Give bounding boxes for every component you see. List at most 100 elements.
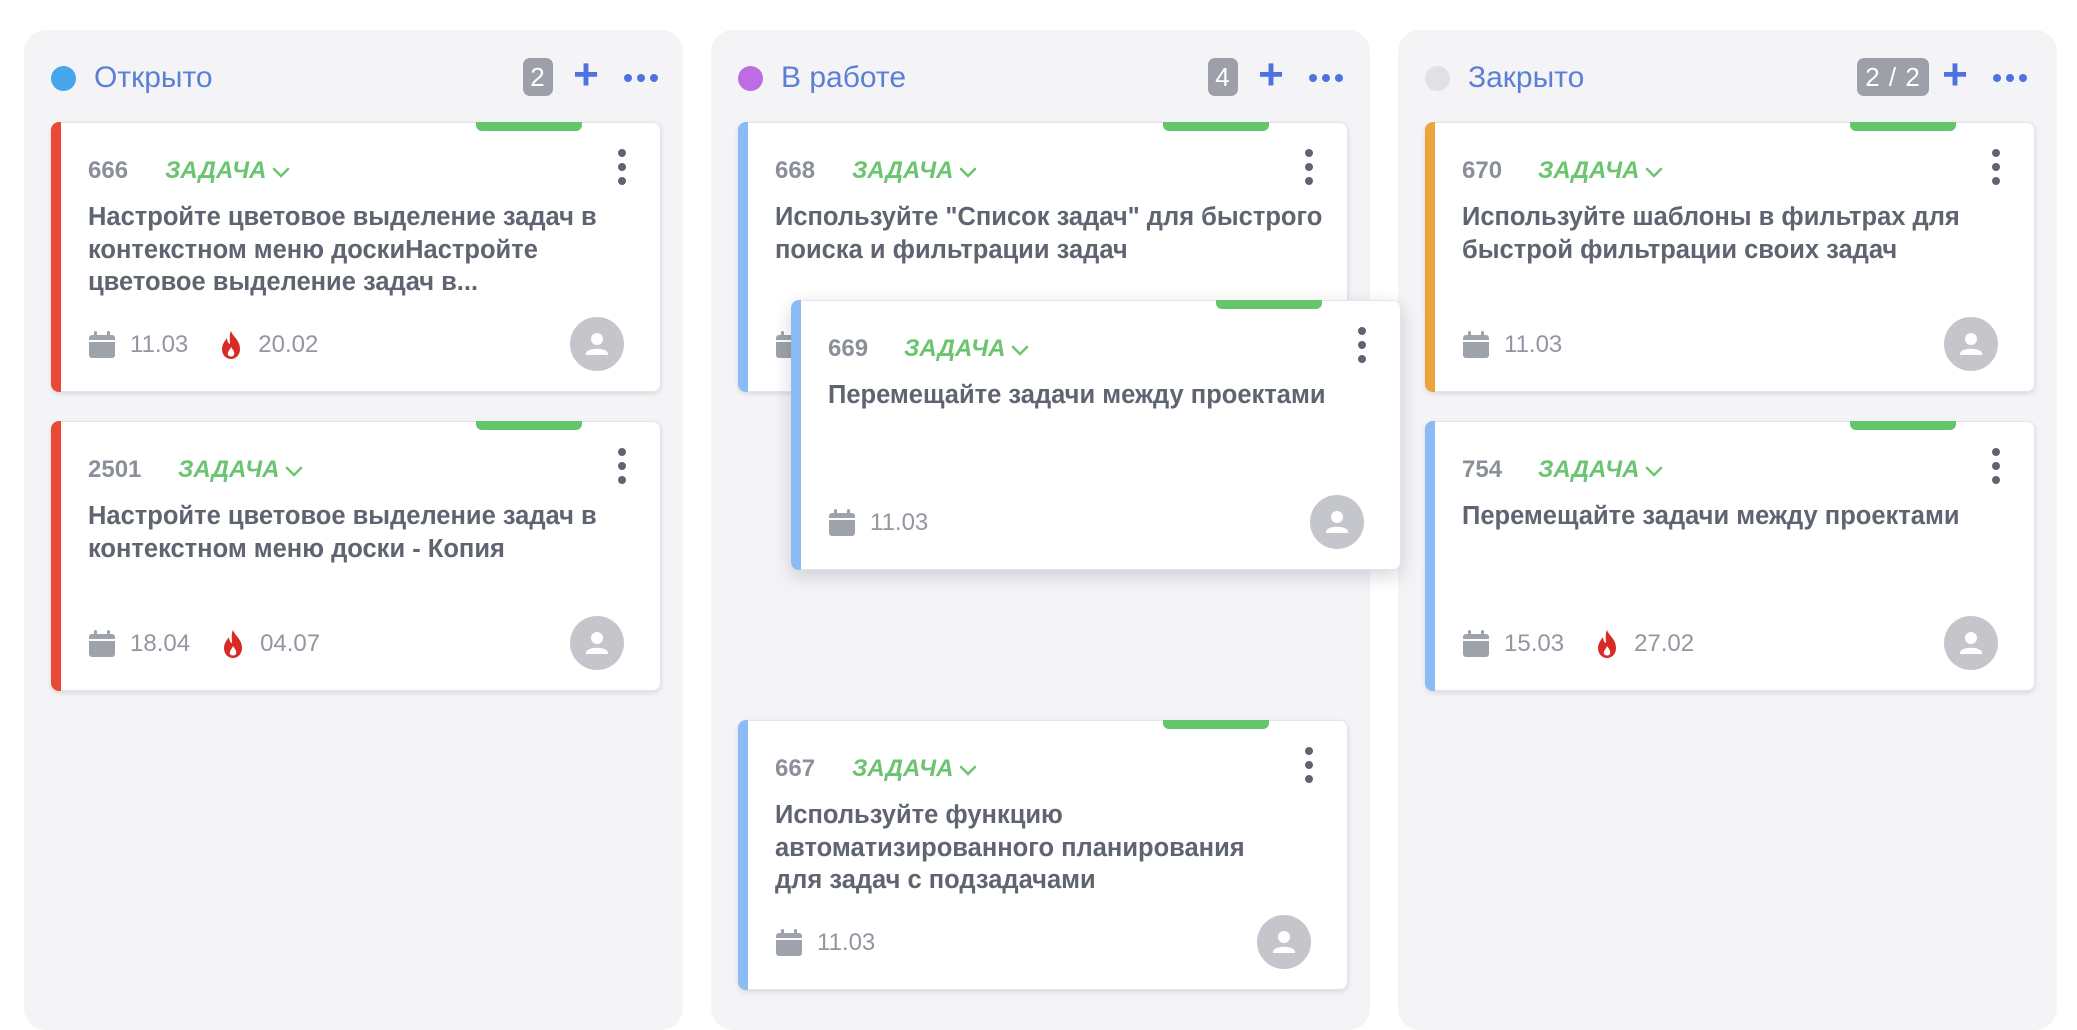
calendar-icon bbox=[1463, 630, 1489, 657]
task-count-badge: 2 bbox=[523, 58, 553, 96]
column-title: Закрыто bbox=[1468, 61, 1585, 94]
avatar[interactable] bbox=[1944, 616, 1998, 670]
calendar-icon bbox=[829, 509, 855, 536]
calendar-icon bbox=[89, 331, 115, 358]
task-type-dropdown[interactable]: ЗАДАЧА bbox=[1538, 151, 1663, 192]
task-id: 668 bbox=[775, 157, 816, 184]
more-vertical-icon[interactable] bbox=[612, 444, 632, 488]
more-horizontal-icon[interactable] bbox=[1987, 58, 2033, 98]
task-type-label: ЗАДАЧА bbox=[165, 157, 267, 184]
card-top-tab bbox=[1216, 300, 1322, 309]
priority-bar bbox=[51, 122, 61, 392]
column-header: Открыто 2 + bbox=[24, 30, 683, 126]
priority-bar bbox=[51, 421, 61, 691]
task-type-dropdown[interactable]: ЗАДАЧА bbox=[1538, 450, 1663, 491]
more-horizontal-icon[interactable] bbox=[1303, 58, 1349, 98]
task-type-label: ЗАДАЧА bbox=[1538, 456, 1640, 483]
chevron-down-icon bbox=[1645, 152, 1663, 192]
start-date: 11.03 bbox=[870, 509, 929, 536]
task-type-dropdown[interactable]: ЗАДАЧА bbox=[852, 749, 977, 790]
priority-bar bbox=[738, 720, 748, 990]
column-title: Открыто bbox=[94, 61, 213, 94]
task-meta: 11.03 bbox=[1462, 325, 1592, 365]
start-date: 11.03 bbox=[130, 331, 189, 358]
deadline-date: 04.07 bbox=[260, 630, 321, 657]
more-vertical-icon[interactable] bbox=[1299, 743, 1319, 787]
task-title: Настройте цветовое выделение задач в кон… bbox=[88, 203, 597, 296]
task-type-label: ЗАДАЧА bbox=[1538, 157, 1640, 184]
priority-bar bbox=[1425, 421, 1435, 691]
column-header: Закрыто 2 / 2 + bbox=[1398, 30, 2057, 126]
avatar[interactable] bbox=[1257, 915, 1311, 969]
task-title: Перемещайте задачи между проектами bbox=[828, 381, 1326, 409]
task-card[interactable]: 666 ЗАДАЧА Настройте цветовое выделение … bbox=[51, 122, 661, 392]
fire-icon bbox=[1598, 630, 1617, 658]
column-header: В работе 4 + bbox=[711, 30, 1370, 126]
card-top-tab bbox=[1163, 122, 1269, 131]
card-top-tab bbox=[476, 122, 582, 131]
task-meta: 18.04 04.07 bbox=[88, 624, 350, 664]
task-count-badge: 2 / 2 bbox=[1857, 58, 1929, 96]
calendar-icon bbox=[1463, 331, 1489, 358]
task-type-label: ЗАДАЧА bbox=[852, 157, 954, 184]
task-title: Используйте "Список задач" для быстрого … bbox=[775, 203, 1323, 264]
task-type-dropdown[interactable]: ЗАДАЧА bbox=[178, 450, 303, 491]
more-vertical-icon[interactable] bbox=[1986, 444, 2006, 488]
task-meta: 11.03 bbox=[828, 503, 958, 543]
start-date: 11.03 bbox=[817, 929, 876, 956]
avatar[interactable] bbox=[570, 317, 624, 371]
deadline-date: 20.02 bbox=[258, 331, 319, 358]
column-title: В работе bbox=[781, 61, 907, 94]
more-vertical-icon[interactable] bbox=[1352, 323, 1372, 367]
deadline-date: 27.02 bbox=[1634, 630, 1695, 657]
task-card[interactable]: 754 ЗАДАЧА Перемещайте задачи между прое… bbox=[1425, 421, 2035, 691]
fire-icon bbox=[222, 331, 241, 359]
status-dot bbox=[738, 66, 763, 91]
task-card[interactable]: 2501 ЗАДАЧА Настройте цветовое выделение… bbox=[51, 421, 661, 691]
task-id: 670 bbox=[1462, 157, 1503, 184]
card-top-tab bbox=[1850, 122, 1956, 131]
start-date: 11.03 bbox=[1504, 331, 1563, 358]
task-type-dropdown[interactable]: ЗАДАЧА bbox=[852, 151, 977, 192]
chevron-down-icon bbox=[285, 451, 303, 491]
task-type-label: ЗАДАЧА bbox=[852, 755, 954, 782]
task-card[interactable]: 667 ЗАДАЧА Используйте функцию автоматиз… bbox=[738, 720, 1348, 990]
card-top-tab bbox=[1163, 720, 1269, 729]
chevron-down-icon bbox=[1645, 451, 1663, 491]
card-top-tab bbox=[1850, 421, 1956, 430]
chevron-down-icon bbox=[272, 152, 290, 192]
chevron-down-icon bbox=[959, 750, 977, 790]
more-vertical-icon[interactable] bbox=[1299, 145, 1319, 189]
task-card[interactable]: 670 ЗАДАЧА Используйте шаблоны в фильтра… bbox=[1425, 122, 2035, 392]
priority-bar bbox=[791, 300, 801, 570]
task-count-badge: 4 bbox=[1208, 58, 1238, 96]
plus-icon[interactable]: + bbox=[1935, 53, 1975, 97]
more-vertical-icon[interactable] bbox=[1986, 145, 2006, 189]
status-dot bbox=[51, 66, 76, 91]
task-id: 2501 bbox=[88, 456, 142, 483]
calendar-icon bbox=[776, 929, 802, 956]
avatar[interactable] bbox=[1944, 317, 1998, 371]
priority-bar bbox=[1425, 122, 1435, 392]
chevron-down-icon bbox=[959, 152, 977, 192]
more-horizontal-icon[interactable] bbox=[618, 58, 664, 98]
priority-bar bbox=[738, 122, 748, 392]
plus-icon[interactable]: + bbox=[1251, 53, 1291, 97]
task-meta: 15.03 27.02 bbox=[1462, 624, 1724, 664]
plus-icon[interactable]: + bbox=[566, 53, 606, 97]
fire-icon bbox=[224, 630, 243, 658]
start-date: 18.04 bbox=[130, 630, 191, 657]
more-vertical-icon[interactable] bbox=[612, 145, 632, 189]
task-type-label: ЗАДАЧА bbox=[178, 456, 280, 483]
task-type-dropdown[interactable]: ЗАДАЧА bbox=[165, 151, 290, 192]
task-title: Настройте цветовое выделение задач в кон… bbox=[88, 502, 597, 563]
task-id: 667 bbox=[775, 755, 816, 782]
task-id: 666 bbox=[88, 157, 129, 184]
calendar-icon bbox=[89, 630, 115, 657]
avatar[interactable] bbox=[570, 616, 624, 670]
avatar[interactable] bbox=[1310, 495, 1364, 549]
card-top-tab bbox=[476, 421, 582, 430]
task-id: 669 bbox=[828, 335, 869, 362]
task-card-dragging[interactable]: 669 ЗАДАЧА Перемещайте задачи между прое… bbox=[791, 300, 1401, 570]
task-type-dropdown[interactable]: ЗАДАЧА bbox=[904, 329, 1029, 370]
